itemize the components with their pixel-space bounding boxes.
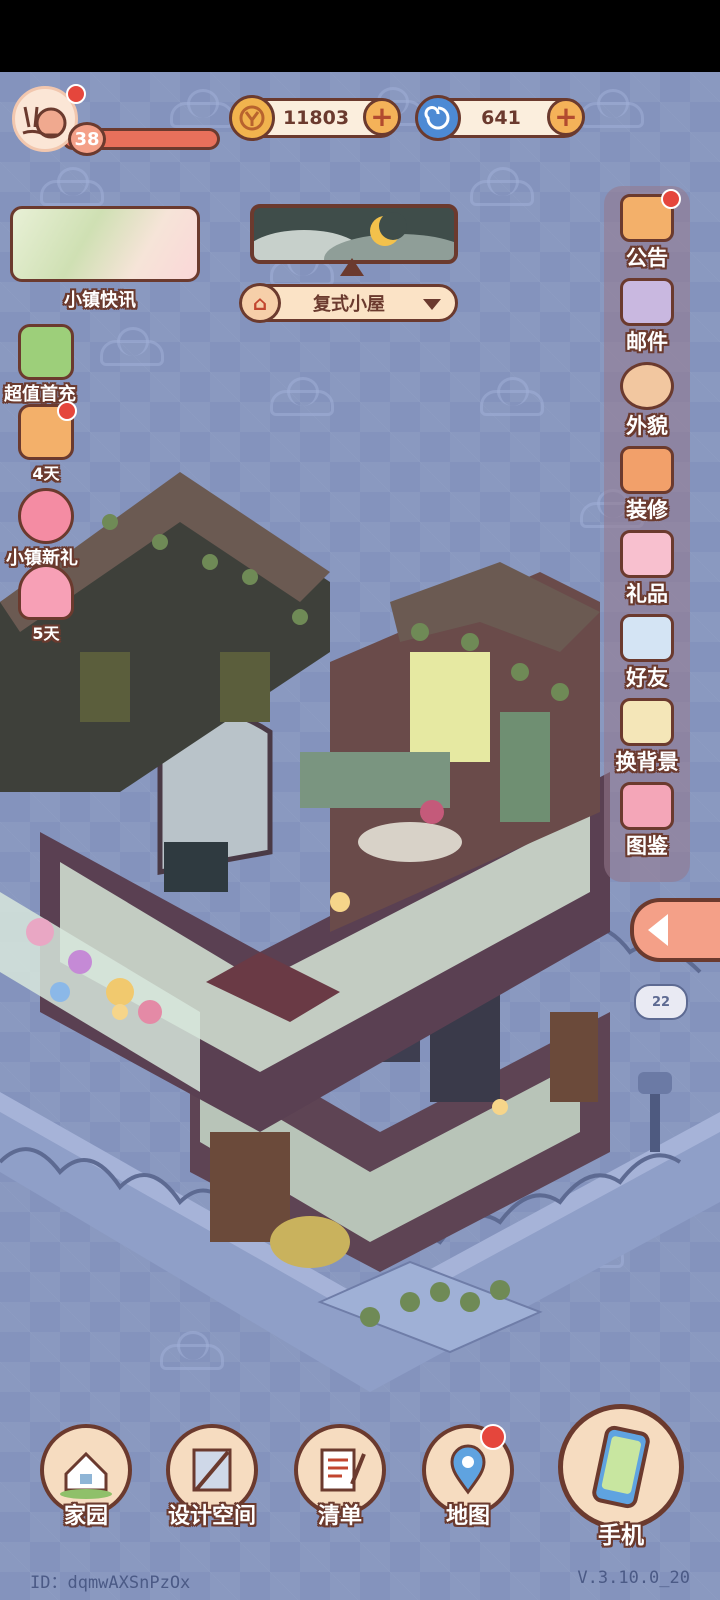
collapse-menu-button[interactable] [630, 898, 720, 962]
rose-badge-icon [18, 488, 74, 544]
sky-pointer [340, 258, 364, 276]
nav-list[interactable]: 清单 [292, 1424, 388, 1530]
contact-book-icon [620, 614, 674, 662]
kitchen-counter [300, 752, 450, 808]
message-count: 22 [651, 994, 671, 1010]
menu-mail[interactable]: 邮件 [604, 278, 690, 356]
star-lamp [112, 1004, 128, 1020]
dining-table [358, 822, 462, 862]
gem-counter: 641 + [415, 95, 585, 141]
menu-label: 礼品 [626, 582, 668, 606]
avatar-notification-dot [66, 84, 86, 104]
nav-home[interactable]: 家园 [38, 1424, 134, 1530]
map-notification-dot [480, 1424, 506, 1450]
gift-box-icon [620, 530, 674, 578]
moon-icon [370, 212, 407, 246]
envelope-icon [620, 278, 674, 326]
coin-counter: 11803 + [229, 95, 401, 141]
nav-map[interactable]: 地图 [420, 1424, 516, 1530]
background-cloud [100, 327, 164, 366]
first-charge-promo[interactable]: 超值首充 [4, 324, 80, 406]
character-face-icon [620, 362, 674, 410]
chevron-left-icon [648, 914, 668, 946]
star-lamp [492, 1099, 508, 1115]
town-gift-promo[interactable]: 小镇新礼 [6, 488, 80, 570]
attic-window [220, 652, 270, 722]
television [164, 842, 228, 892]
background-cloud [170, 89, 234, 128]
chevron-down-icon [423, 299, 441, 310]
add-gems-button[interactable]: + [547, 98, 585, 136]
nav-label: 地图 [445, 1504, 490, 1529]
kitchen-window [410, 652, 490, 762]
nav-design-space[interactable]: 设计空间 [164, 1424, 260, 1530]
megaphone-icon [620, 189, 681, 242]
swirl-gem-icon [415, 95, 461, 141]
menu-label: 公告 [626, 246, 668, 270]
coin-icon [229, 95, 275, 141]
promo-timer: 5天 [32, 624, 60, 643]
message-bubble[interactable]: 22 [634, 984, 688, 1020]
house-icon: ⌂ [239, 283, 281, 323]
menu-label: 图鉴 [626, 834, 668, 858]
house-wrench-icon [620, 446, 674, 494]
timed-event-promo[interactable]: 4天 [12, 401, 80, 484]
floor-lamp [330, 892, 350, 912]
attic-window [80, 652, 130, 722]
menu-announcement[interactable]: 公告 [604, 189, 690, 272]
nav-phone[interactable]: 手机 [556, 1404, 686, 1550]
mailbox[interactable] [638, 1072, 672, 1094]
nav-label: 家园 [63, 1504, 108, 1529]
fridge [500, 712, 550, 822]
side-cabinet [550, 1012, 598, 1102]
player-level: 38 [74, 128, 100, 150]
lower-bookshelf [210, 1132, 290, 1242]
player-character[interactable] [420, 800, 444, 824]
menu-gifts[interactable]: 礼品 [604, 530, 690, 608]
house-selector[interactable]: ⌂ 复式小屋 [239, 283, 458, 323]
menu-friends[interactable]: 好友 [604, 614, 690, 692]
background-cloud [40, 167, 104, 206]
background-cloud [470, 167, 534, 206]
menu-renovate[interactable]: 装修 [604, 446, 690, 524]
menu-label: 邮件 [626, 330, 668, 354]
background-swap-icon [620, 698, 674, 746]
bow-event-promo[interactable]: 5天 [12, 564, 80, 644]
day-night-window[interactable] [250, 204, 458, 264]
ribbon-bow-icon [18, 564, 74, 620]
player-id: ID：dqmwAXSnPzOx [30, 1573, 191, 1593]
promo-timer: 4天 [32, 464, 60, 483]
game-stage: 22 38 11803 + 641 + 小镇快讯 ⌂ 复式小屋 超值首充 4天 … [0, 72, 720, 1600]
menu-label: 好友 [626, 666, 668, 690]
nav-label: 手机 [598, 1523, 644, 1549]
menu-appearance[interactable]: 外貌 [604, 362, 690, 440]
promo-notification-dot [57, 401, 77, 421]
gift-box-icon [18, 324, 74, 380]
catalog-book-icon [620, 782, 674, 830]
bow-arrow-icon [18, 401, 77, 460]
town-news-banner[interactable] [10, 206, 200, 282]
menu-change-background[interactable]: 换背景 [604, 698, 690, 776]
house-name: 复式小屋 [313, 294, 385, 315]
add-coins-button[interactable]: + [363, 98, 401, 136]
town-news-label: 小镇快讯 [64, 290, 136, 311]
menu-label: 装修 [626, 498, 668, 522]
player-level-badge: 38 [68, 122, 106, 156]
right-side-menu: 公告 邮件 外貌 装修 礼品 好友 换背景 图鉴 [604, 186, 690, 882]
nav-label: 设计空间 [167, 1504, 256, 1529]
background-cloud [580, 89, 644, 128]
version-text: V.3.10.0_20 [577, 1568, 690, 1588]
phone-icon [558, 1404, 684, 1530]
menu-label: 换背景 [615, 750, 679, 774]
menu-collection[interactable]: 图鉴 [604, 782, 690, 860]
announcement-notification-dot [661, 189, 681, 209]
menu-label: 外貌 [626, 414, 668, 438]
armchair [270, 1216, 350, 1268]
mailbox-post [650, 1092, 660, 1152]
nav-label: 清单 [317, 1504, 362, 1529]
